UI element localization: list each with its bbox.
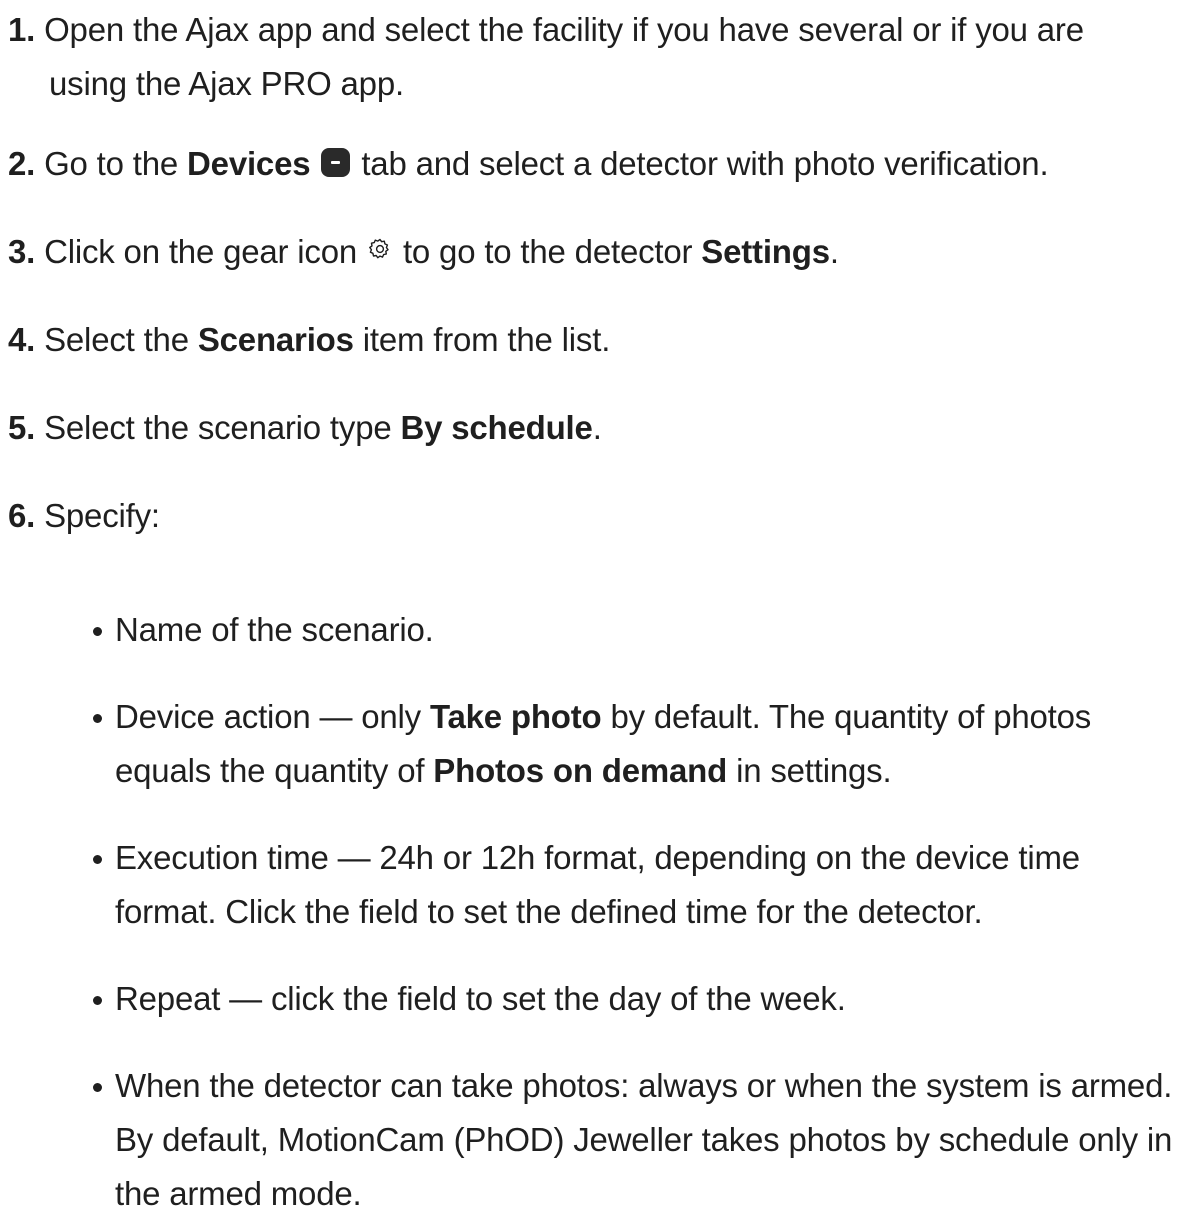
devices-tab-icon xyxy=(321,148,351,177)
step-4: 4. Select the Scenarios item from the li… xyxy=(8,313,610,367)
list-item: Name of the scenario. xyxy=(93,603,1178,657)
bullet-text: Name of the scenario. xyxy=(115,611,434,648)
step-text-pre: Select the scenario type xyxy=(44,409,401,446)
photos-on-demand-label: Photos on demand xyxy=(433,752,728,789)
scenarios-label: Scenarios xyxy=(197,321,354,358)
step-number: 2. xyxy=(8,145,36,182)
list-item: Repeat — click the field to set the day … xyxy=(93,972,1178,1026)
step-number: 4. xyxy=(8,321,36,358)
step-text-mid: to go to the detector xyxy=(394,233,702,270)
step-text-pre: Click on the gear icon xyxy=(44,233,366,270)
take-photo-label: Take photo xyxy=(429,698,602,735)
step-text-pre: Select the xyxy=(44,321,198,358)
step-2: 2. Go to the Devices tab and select a de… xyxy=(8,137,1049,191)
step-text-post: tab and select a detector with photo ver… xyxy=(352,145,1049,182)
step-5: 5. Select the scenario type By schedule. xyxy=(8,401,602,455)
step-text-end: . xyxy=(829,233,839,270)
step-text: Specify: xyxy=(44,497,160,534)
settings-label: Settings xyxy=(701,233,830,270)
bullet-text-post: in settings. xyxy=(727,752,892,789)
step-text-pre: Go to the xyxy=(44,145,188,182)
step-text: Open the Ajax app and select the facilit… xyxy=(44,11,1084,102)
step-3: 3. Click on the gear icon to go to the d… xyxy=(8,225,839,279)
bullet-text-pre: Device action — only xyxy=(115,698,430,735)
devices-label: Devices xyxy=(187,145,311,182)
step-6: 6. Specify: xyxy=(8,489,160,543)
step-text-post: . xyxy=(592,409,602,446)
step-text-post: item from the list. xyxy=(353,321,611,358)
step-number: 1. xyxy=(8,11,36,48)
bullet-text: When the detector can take photos: alway… xyxy=(115,1067,1173,1212)
list-item: When the detector can take photos: alway… xyxy=(93,1059,1178,1221)
bullet-text: Execution time — 24h or 12h format, depe… xyxy=(115,839,1080,930)
list-item: Device action — only Take photo by defau… xyxy=(93,690,1178,798)
step-number: 6. xyxy=(8,497,36,534)
gear-icon xyxy=(369,238,389,259)
list-item: Execution time — 24h or 12h format, depe… xyxy=(93,831,1178,939)
step-1: 1. Open the Ajax app and select the faci… xyxy=(8,3,1169,111)
bullet-text: Repeat — click the field to set the day … xyxy=(115,980,846,1017)
step-number: 5. xyxy=(8,409,36,446)
by-schedule-label: By schedule xyxy=(400,409,593,446)
step-number: 3. xyxy=(8,233,36,270)
